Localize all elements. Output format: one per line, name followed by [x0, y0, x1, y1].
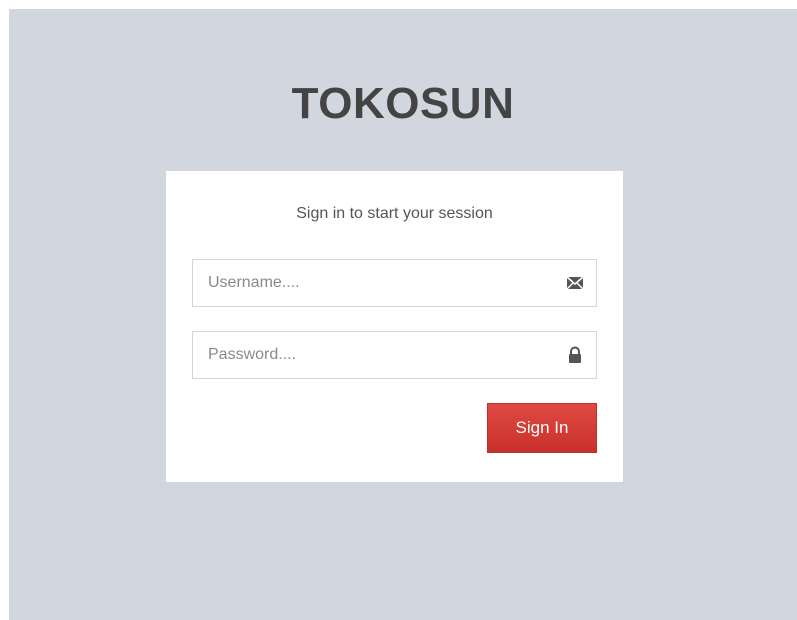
envelope-icon	[566, 274, 584, 292]
lock-icon	[566, 346, 584, 364]
username-field	[192, 259, 597, 307]
password-input[interactable]	[193, 332, 548, 378]
username-input[interactable]	[193, 260, 548, 306]
sign-in-button[interactable]: Sign In	[487, 403, 597, 453]
login-box: Sign in to start your session Username..…	[166, 171, 623, 482]
login-message: Sign in to start your session	[296, 205, 493, 222]
password-field	[192, 331, 597, 379]
login-page: TOKOSUN Sign in to start your session Us…	[9, 9, 797, 620]
app-logo: TOKOSUN	[291, 79, 515, 128]
